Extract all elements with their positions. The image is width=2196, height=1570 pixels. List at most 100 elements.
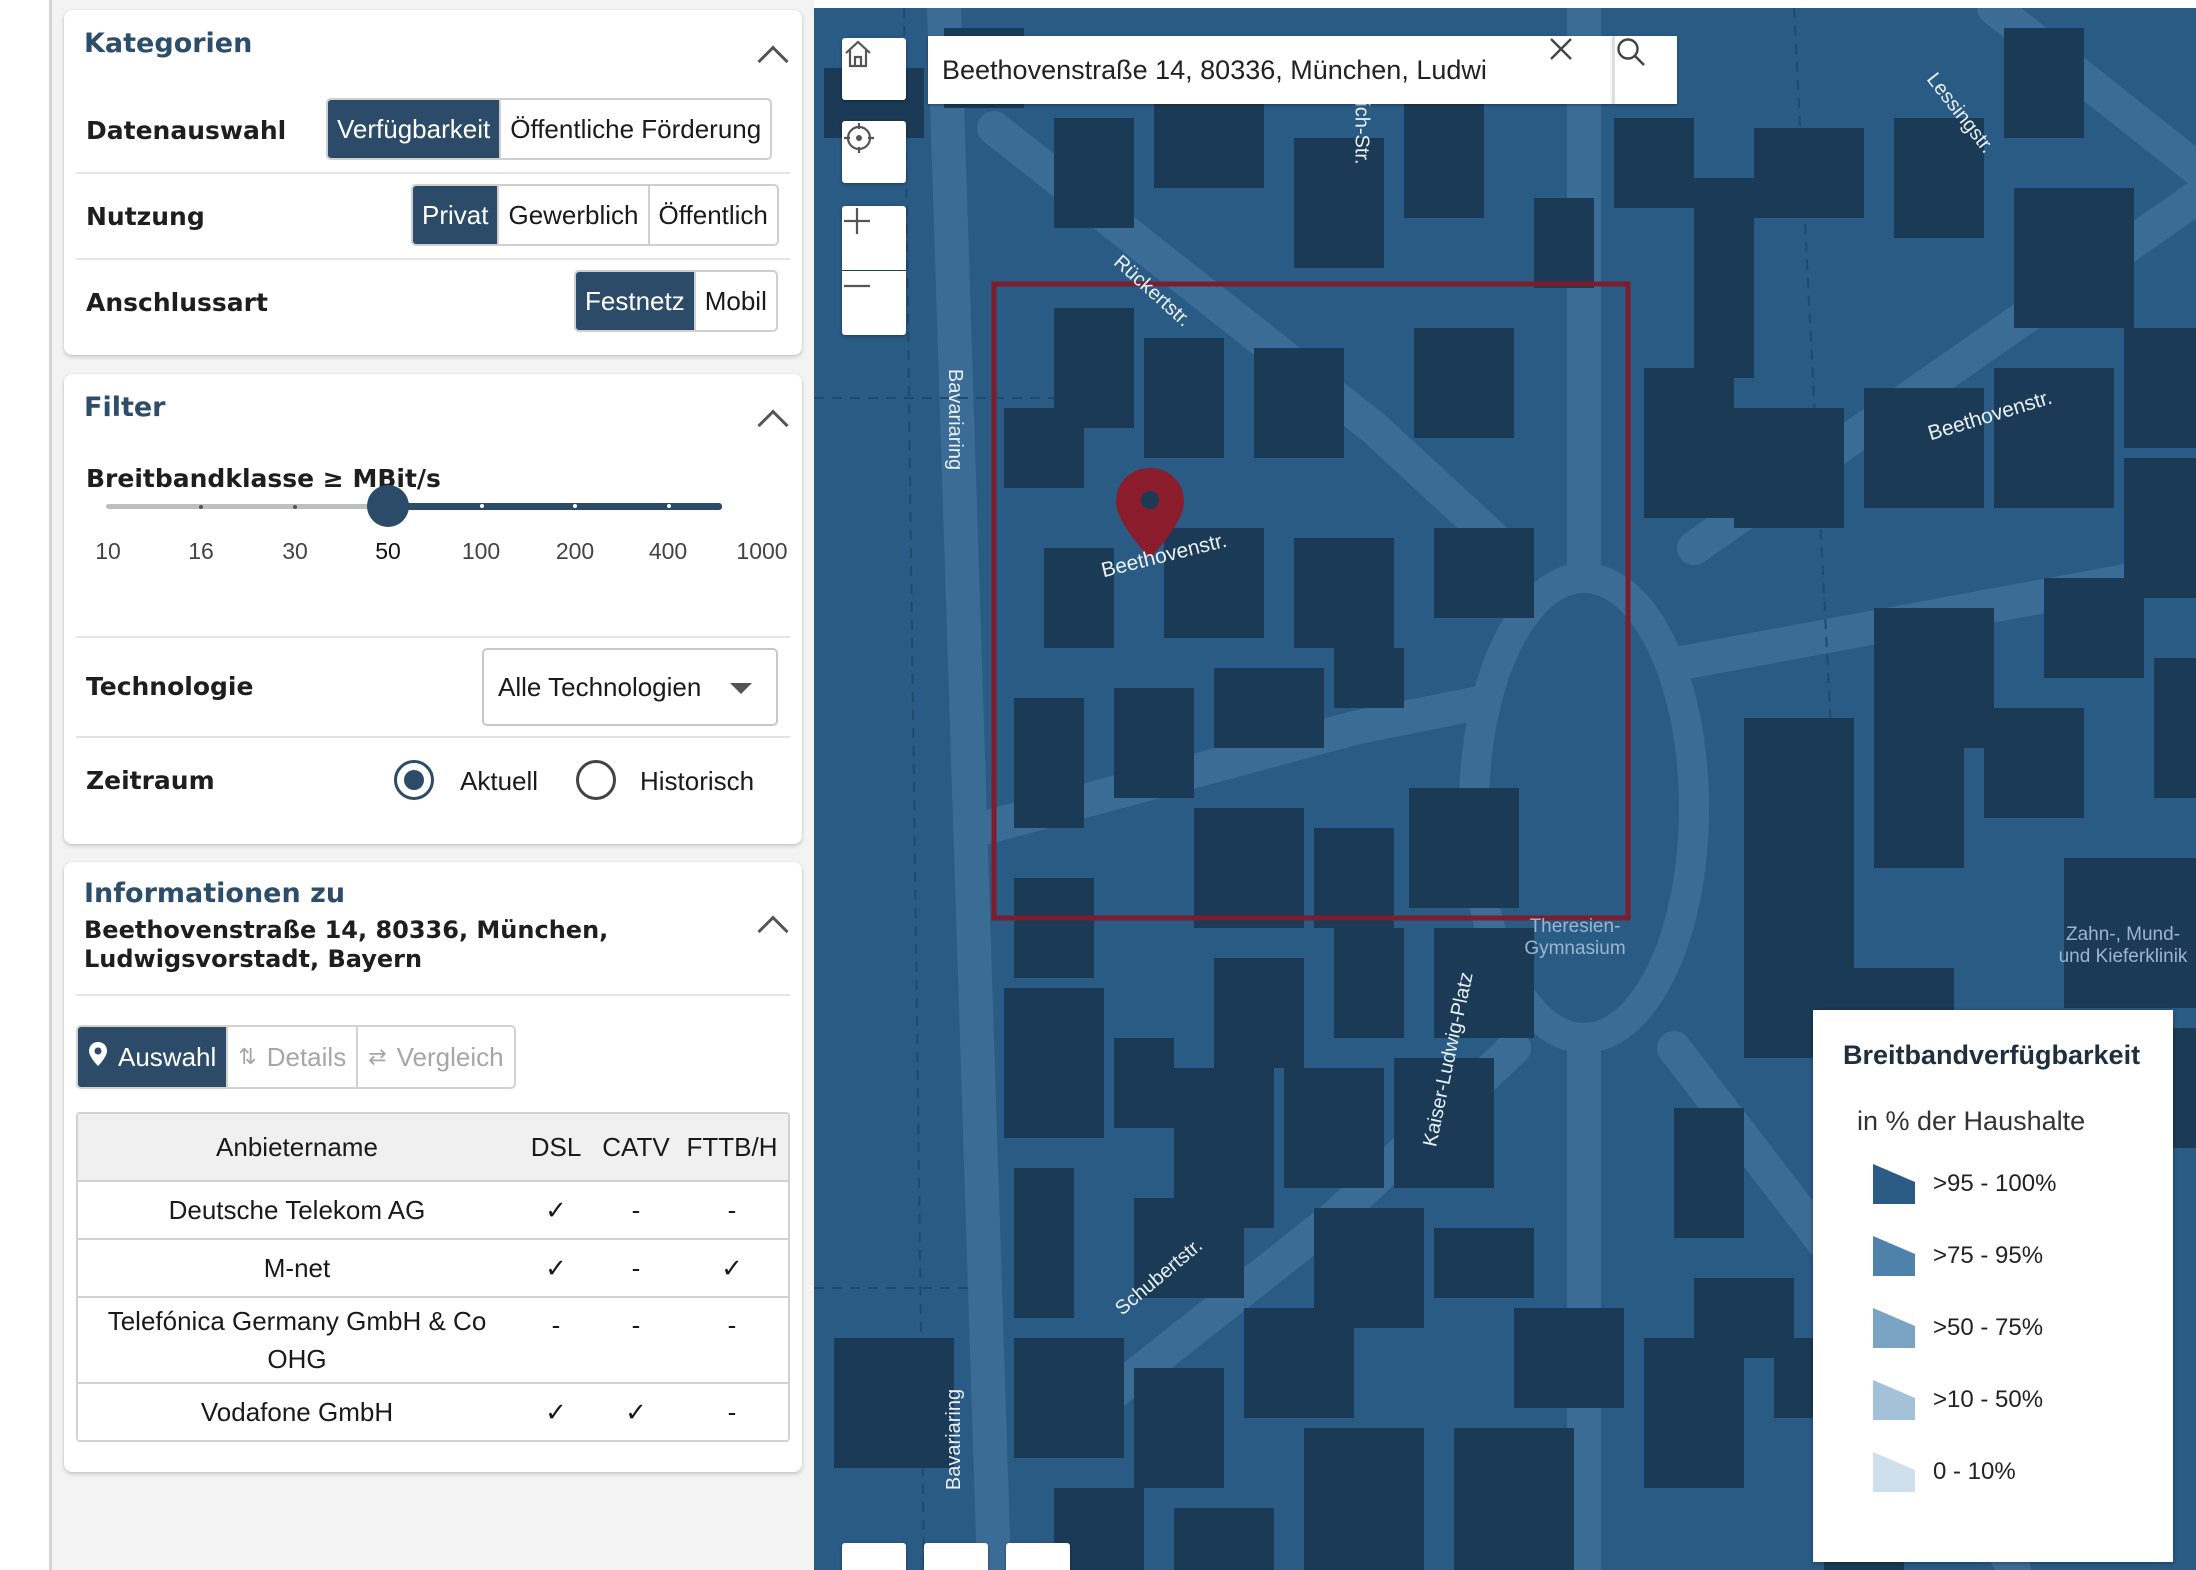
legend-label: >10 - 50% xyxy=(1933,1386,2044,1413)
locate-icon xyxy=(844,123,874,153)
poi-label-theresien-gymnasium: Theresien-Gymnasium xyxy=(1524,916,1626,959)
technologie-label: Technologie xyxy=(86,672,254,701)
swap-arrows-icon: ⇄ xyxy=(368,1044,387,1069)
map-bottom-button[interactable] xyxy=(842,1543,906,1570)
zoom-in-icon xyxy=(844,208,870,234)
sidebar: Kategorien Datenauswahl Verfügbarkeit Öf… xyxy=(52,0,814,1570)
map-bottom-button[interactable] xyxy=(1006,1543,1070,1570)
slider-track-active xyxy=(384,503,722,510)
slider-thumb[interactable] xyxy=(367,485,409,527)
legend-swatch xyxy=(1873,1308,1915,1348)
option-festnetz[interactable]: Festnetz xyxy=(576,272,694,330)
datenauswahl-label: Datenauswahl xyxy=(86,116,287,145)
table-row: Vodafone GmbH ✓ ✓ - xyxy=(78,1382,788,1440)
provider-name: Telefónica Germany GmbH & Co OHG xyxy=(107,1306,487,1374)
tab-auswahl-label: Auswahl xyxy=(118,1041,217,1072)
collapse-chevron-icon[interactable] xyxy=(757,409,789,441)
slider-tick-label: 50 xyxy=(375,538,401,564)
radio-historisch-label: Historisch xyxy=(640,766,755,796)
option-oeffentliche-foerderung[interactable]: Öffentliche Förderung xyxy=(499,100,770,158)
fttbh-cell: - xyxy=(727,1397,737,1427)
zoom-in-button[interactable] xyxy=(842,206,906,270)
table-row: M-net ✓ - ✓ xyxy=(78,1238,788,1296)
informationen-card: Informationen zu Beethovenstraße 14, 803… xyxy=(64,862,802,1472)
dsl-cell: ✓ xyxy=(545,1397,567,1427)
collapse-chevron-icon[interactable] xyxy=(757,915,789,947)
locate-button[interactable] xyxy=(842,121,906,183)
radio-historisch[interactable] xyxy=(576,760,616,800)
poi-label-zahnklinik: Zahn-, Mund- und Kieferklinik xyxy=(2058,924,2188,967)
provider-name: Deutsche Telekom AG xyxy=(168,1195,426,1225)
fttbh-cell: ✓ xyxy=(721,1253,743,1283)
slider-tick-label: 10 xyxy=(95,538,121,564)
street-label-bavariaring: Bavariaring xyxy=(944,368,967,471)
anschlussart-label: Anschlussart xyxy=(86,288,268,317)
slider-tick-label: 30 xyxy=(282,538,308,564)
fttbh-cell: - xyxy=(727,1310,737,1340)
legend-label: 0 - 10% xyxy=(1933,1458,2016,1485)
address-search-input[interactable] xyxy=(928,36,1488,104)
home-icon xyxy=(845,40,871,68)
legend-label: >50 - 75% xyxy=(1933,1314,2044,1341)
street-label-bavariaring-south: Bavariaring xyxy=(943,1388,966,1491)
tab-auswahl[interactable]: Auswahl xyxy=(78,1027,227,1087)
kategorien-card: Kategorien Datenauswahl Verfügbarkeit Öf… xyxy=(64,10,802,355)
slider-tick-label: 400 xyxy=(648,538,688,564)
info-tabs: Auswahl ⇅ Details ⇄ Vergleich xyxy=(76,1025,516,1089)
slider-track-inactive xyxy=(106,504,384,509)
home-button[interactable] xyxy=(842,38,906,100)
map-view[interactable]: Rückertstr. Beethovenstr. Beethovenstr. … xyxy=(814,8,2196,1570)
map-bottom-button[interactable] xyxy=(924,1543,988,1570)
slider-tick-label: 200 xyxy=(555,538,595,564)
zoom-out-icon xyxy=(844,284,870,288)
anschlussart-toggle: Festnetz Mobil xyxy=(574,270,778,332)
radio-aktuell[interactable] xyxy=(394,760,434,800)
map-legend: Breitbandverfügbarkeit in % der Haushalt… xyxy=(1813,1010,2173,1562)
legend-label: >75 - 95% xyxy=(1933,1242,2044,1269)
divider xyxy=(76,258,790,260)
catv-cell: - xyxy=(631,1310,641,1340)
tab-details[interactable]: ⇅ Details xyxy=(226,1027,356,1087)
collapse-chevron-icon[interactable] xyxy=(757,45,789,77)
provider-name: Vodafone GmbH xyxy=(200,1397,394,1427)
column-header: CATV xyxy=(602,1132,670,1162)
slider-tick xyxy=(480,504,484,508)
column-header: Anbietername xyxy=(216,1132,378,1162)
kategorien-title: Kategorien xyxy=(84,28,253,59)
catv-cell: ✓ xyxy=(625,1397,647,1427)
divider xyxy=(76,172,790,174)
option-oeffentlich[interactable]: Öffentlich xyxy=(647,186,777,244)
filter-card: Filter Breitbandklasse ≥ MBit/s 10 16 30… xyxy=(64,374,802,844)
slider-tick xyxy=(199,505,203,509)
legend-swatch xyxy=(1873,1380,1915,1420)
column-header: FTTB/H xyxy=(686,1132,778,1162)
slider-tick xyxy=(293,505,297,509)
dropdown-caret-icon xyxy=(730,683,752,694)
legend-title: Breitbandverfügbarkeit xyxy=(1843,1040,2141,1070)
divider xyxy=(76,994,790,996)
option-privat[interactable]: Privat xyxy=(413,186,498,244)
nutzung-toggle: Privat Gewerblich Öffentlich xyxy=(411,184,779,246)
breitband-slider[interactable]: 10 16 30 50 100 200 400 1000 xyxy=(64,454,802,604)
informationen-title: Informationen zu xyxy=(84,878,346,909)
zeitraum-label: Zeitraum xyxy=(86,766,215,795)
slider-tick-label: 100 xyxy=(461,538,501,564)
legend-item: >10 - 50% xyxy=(1871,1376,2151,1426)
zoom-out-button[interactable] xyxy=(842,271,906,335)
tab-vergleich-label: Vergleich xyxy=(396,1041,504,1072)
option-mobil[interactable]: Mobil xyxy=(693,272,776,330)
column-header: DSL xyxy=(530,1132,582,1162)
tab-details-label: Details xyxy=(266,1041,347,1072)
legend-swatch xyxy=(1873,1236,1915,1276)
clear-search-button[interactable] xyxy=(1548,36,1608,104)
option-gewerblich[interactable]: Gewerblich xyxy=(497,186,647,244)
radio-aktuell-label: Aktuell xyxy=(460,766,539,796)
divider xyxy=(76,736,790,738)
search-button[interactable] xyxy=(1613,36,1677,104)
tab-vergleich[interactable]: ⇄ Vergleich xyxy=(356,1027,513,1087)
legend-swatch xyxy=(1873,1452,1915,1492)
divider xyxy=(76,636,790,638)
technologie-select[interactable]: Alle Technologien xyxy=(482,648,778,726)
option-verfuegbarkeit[interactable]: Verfügbarkeit xyxy=(328,100,500,158)
dsl-cell: - xyxy=(551,1310,561,1340)
